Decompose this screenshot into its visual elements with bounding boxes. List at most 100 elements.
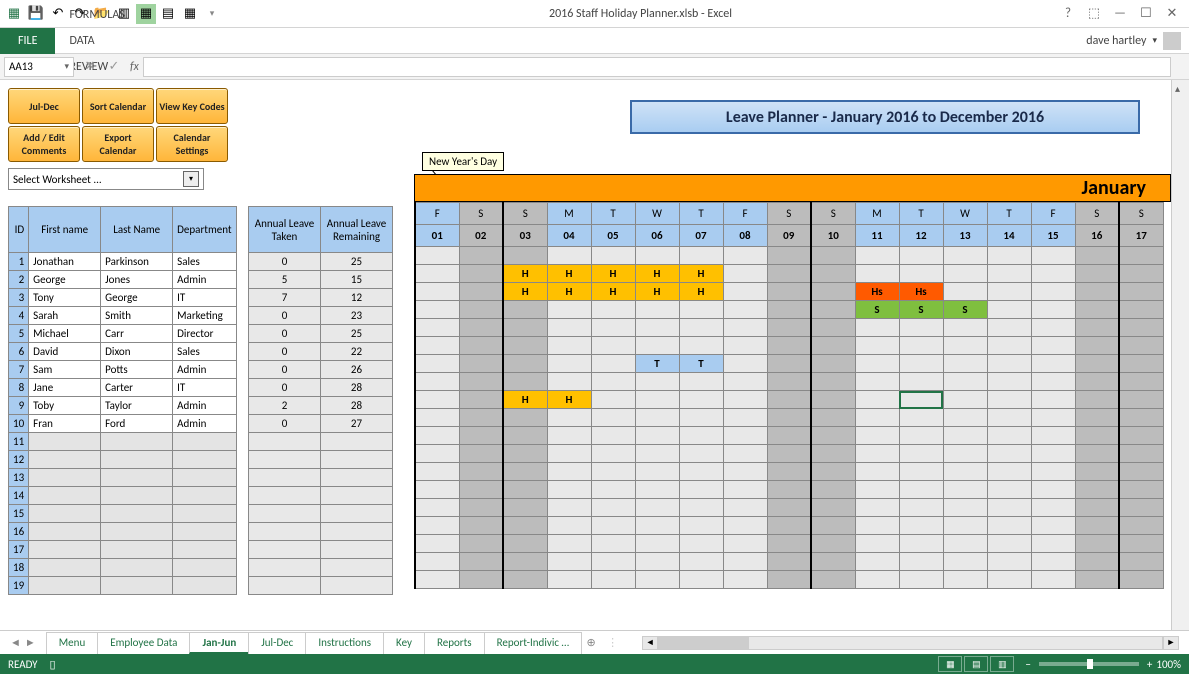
calendar-cell[interactable] [723,499,767,517]
horizontal-scrollbar[interactable]: ◄ ► [642,636,1179,650]
calendar-cell[interactable] [899,427,943,445]
calendar-cell[interactable] [1119,427,1163,445]
calendar-cell[interactable] [591,499,635,517]
calendar-cell[interactable] [415,445,459,463]
calendar-cell[interactable] [1075,337,1119,355]
employee-row-empty[interactable]: 12 [9,451,237,469]
calendar-cell[interactable] [943,373,987,391]
calendar-cell[interactable] [723,481,767,499]
sheet-tab[interactable]: Jul-Dec [248,632,306,654]
leave-row-empty[interactable] [249,505,393,523]
calendar-cell[interactable] [547,445,591,463]
employee-row[interactable]: 6DavidDixonSales [9,343,237,361]
calendar-grid[interactable]: FSSMTWTFSSMTWTFSS 0102030405060708091011… [414,202,1164,589]
tab-nav-prev-icon[interactable]: ◄ [10,636,21,649]
leave-row-empty[interactable] [249,433,393,451]
calendar-cell[interactable] [591,319,635,337]
calendar-cell[interactable] [635,499,679,517]
calendar-cell[interactable] [635,427,679,445]
calendar-cell[interactable] [547,337,591,355]
calendar-cell[interactable] [811,499,855,517]
calendar-cell[interactable] [1119,553,1163,571]
calendar-cell[interactable] [459,283,503,301]
calendar-cell[interactable] [1119,355,1163,373]
calendar-cell[interactable] [767,247,811,265]
calendar-cell[interactable] [987,445,1031,463]
scroll-up-icon[interactable]: ▴ [1175,82,1180,95]
calendar-cell[interactable] [723,517,767,535]
scroll-track[interactable] [658,636,1163,650]
calendar-cell[interactable] [1075,553,1119,571]
calendar-cell[interactable] [723,265,767,283]
calendar-cell[interactable] [767,265,811,283]
calendar-cell[interactable] [723,373,767,391]
calendar-cell[interactable] [635,373,679,391]
calendar-cell[interactable] [1075,391,1119,409]
calendar-cell[interactable] [899,553,943,571]
calendar-cell[interactable] [1119,373,1163,391]
pivot-icon[interactable]: ▦ [180,4,200,24]
calendar-cell[interactable] [987,283,1031,301]
leave-row-empty[interactable] [249,469,393,487]
calendar-cell[interactable] [1031,409,1075,427]
zoom-in-button[interactable]: + [1147,658,1152,671]
calendar-cell[interactable] [987,301,1031,319]
calendar-cell[interactable]: H [635,265,679,283]
qat-more-icon[interactable]: ▾ [202,4,222,24]
calendar-cell[interactable] [635,391,679,409]
calendar-cell[interactable] [591,535,635,553]
calendar-cell[interactable] [899,571,943,589]
calendar-cell[interactable] [811,265,855,283]
calendar-cell[interactable] [415,553,459,571]
calendar-cell[interactable] [943,463,987,481]
calendar-cell[interactable]: T [679,355,723,373]
macro-btn-jul-dec[interactable]: Jul-Dec [8,88,80,124]
calendar-cell[interactable] [1119,499,1163,517]
leave-row-empty[interactable] [249,577,393,595]
zoom-out-button[interactable]: − [1025,658,1030,671]
calendar-cell[interactable] [811,319,855,337]
macro-recorder-icon[interactable]: ▯ [50,658,56,671]
calendar-cell[interactable] [459,265,503,283]
calendar-cell[interactable] [503,499,547,517]
employee-row-empty[interactable]: 15 [9,505,237,523]
calendar-cell[interactable] [591,463,635,481]
calendar-cell[interactable] [987,337,1031,355]
calendar-cell[interactable] [723,571,767,589]
ribbon-collapse-button[interactable]: ⬚ [1081,4,1107,24]
calendar-cell[interactable] [503,535,547,553]
calendar-cell[interactable] [635,553,679,571]
name-box[interactable]: AA13 ▾ [4,57,74,77]
maximize-button[interactable]: ☐ [1133,4,1159,24]
leave-row[interactable]: 025 [249,325,393,343]
calendar-cell[interactable] [547,463,591,481]
calendar-cell[interactable] [767,535,811,553]
calendar-cell[interactable] [503,301,547,319]
calendar-cell[interactable] [547,409,591,427]
calendar-cell[interactable] [987,247,1031,265]
calendar-cell[interactable] [547,301,591,319]
calendar-cell[interactable] [943,409,987,427]
calendar-cell[interactable] [1119,337,1163,355]
calendar-cell[interactable] [899,355,943,373]
calendar-cell[interactable]: H [503,265,547,283]
calendar-cell[interactable] [1119,283,1163,301]
calendar-cell[interactable] [767,445,811,463]
calendar-cell[interactable] [811,283,855,301]
calendar-cell[interactable] [459,337,503,355]
calendar-cell[interactable]: Hs [899,283,943,301]
scroll-left-icon[interactable]: ◄ [642,636,658,650]
employee-row[interactable]: 1JonathanParkinsonSales [9,253,237,271]
leave-row[interactable]: 712 [249,289,393,307]
calendar-cell[interactable]: H [591,265,635,283]
calendar-cell[interactable] [459,373,503,391]
calendar-cell[interactable] [547,319,591,337]
calendar-cell[interactable] [943,499,987,517]
leave-row-empty[interactable] [249,559,393,577]
calendar-cell[interactable] [767,409,811,427]
calendar-cell[interactable] [503,481,547,499]
calendar-cell[interactable] [987,319,1031,337]
calendar-cell[interactable]: H [679,283,723,301]
calendar-cell[interactable] [899,373,943,391]
calendar-cell[interactable] [415,535,459,553]
